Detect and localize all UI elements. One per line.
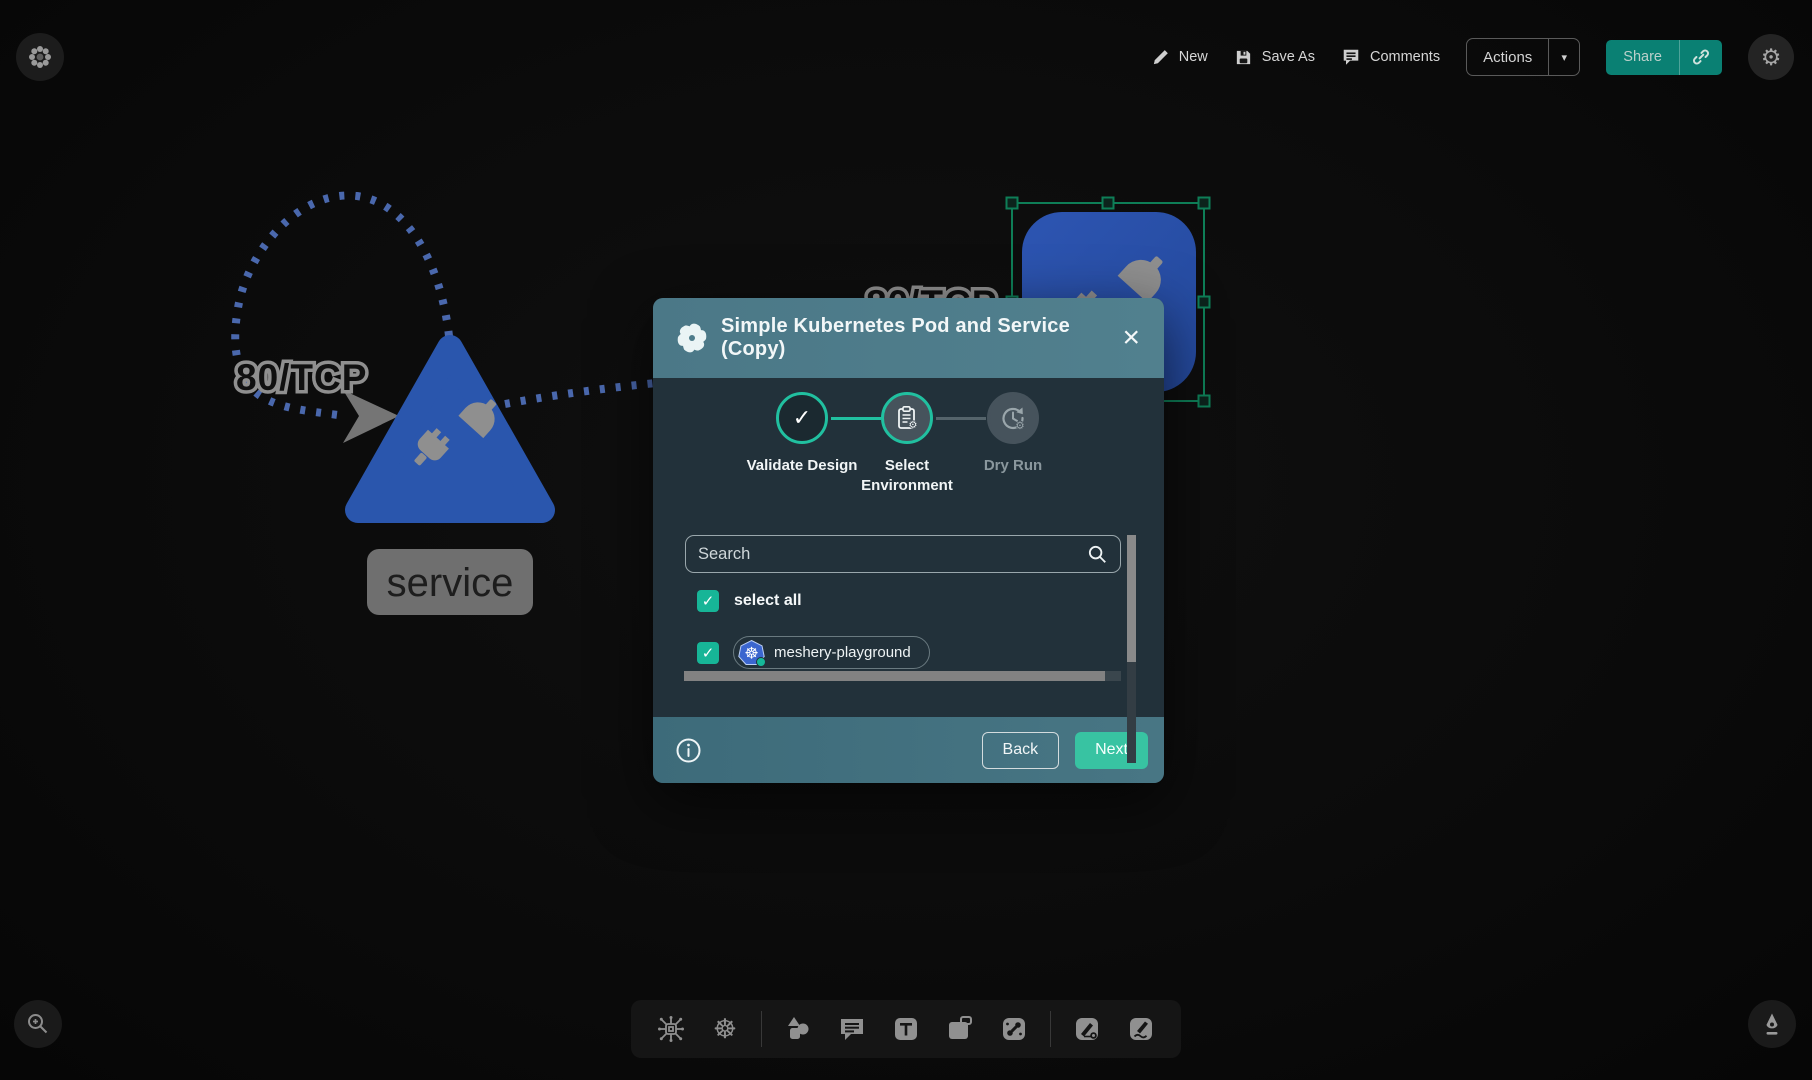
kubernetes-logo-icon: ☸ <box>738 639 765 666</box>
svg-text:⚙: ⚙ <box>1015 420 1024 432</box>
vertical-scrollbar-thumb[interactable] <box>1127 535 1136 662</box>
shapes-icon[interactable] <box>776 1007 820 1051</box>
comment-icon[interactable] <box>830 1007 874 1051</box>
service-node-label: service <box>367 549 533 615</box>
check-icon: ✓ <box>702 592 715 610</box>
environment-name: meshery-playground <box>774 644 911 661</box>
close-icon[interactable]: × <box>1122 323 1140 353</box>
environment-chip[interactable]: ☸ meshery-playground <box>733 636 930 669</box>
media-icon[interactable] <box>938 1007 982 1051</box>
select-all-label: select all <box>734 592 802 610</box>
connection-status-dot <box>756 657 766 667</box>
components-icon[interactable] <box>649 1007 693 1051</box>
step-dry-run[interactable]: ⚙ <box>987 392 1039 444</box>
kubernetes-icon[interactable]: ☸ <box>703 1007 747 1051</box>
stepper-connector-pending <box>936 417 986 420</box>
clipboard-gear-icon: ⚙ <box>893 404 921 432</box>
next-button[interactable]: Next <box>1075 732 1148 769</box>
dock-divider <box>761 1011 762 1047</box>
search-input[interactable] <box>698 545 1086 564</box>
text-icon[interactable] <box>884 1007 928 1051</box>
step-label-validate: Validate Design <box>742 456 862 476</box>
modal-title: Simple Kubernetes Pod and Service (Copy) <box>721 315 1108 361</box>
modal-header: Simple Kubernetes Pod and Service (Copy)… <box>653 298 1164 378</box>
zoom-in-button[interactable] <box>14 1000 62 1048</box>
step-label-environment: Select Environment <box>847 456 967 495</box>
pen-mode-button[interactable] <box>1748 1000 1796 1048</box>
environment-checkbox[interactable]: ✓ <box>697 642 719 664</box>
deploy-design-modal: Simple Kubernetes Pod and Service (Copy)… <box>653 298 1164 783</box>
modal-footer: Back Next <box>653 717 1164 783</box>
select-all-row: ✓ select all <box>697 590 802 612</box>
check-icon: ✓ <box>702 644 715 662</box>
dock-divider <box>1050 1011 1051 1047</box>
step-validate-design[interactable]: ✓ <box>776 392 828 444</box>
check-icon: ✓ <box>793 405 811 431</box>
search-icon[interactable] <box>1086 543 1108 565</box>
relationship-icon[interactable] <box>992 1007 1036 1051</box>
environment-search <box>685 535 1121 573</box>
edge-label-left: 80/TCP <box>236 357 367 398</box>
step-select-environment[interactable]: ⚙ <box>881 392 933 444</box>
pen-tool-icon[interactable] <box>1065 1007 1109 1051</box>
svg-text:⚙: ⚙ <box>909 420 918 431</box>
dry-run-icon: ⚙ <box>998 403 1028 433</box>
horizontal-scrollbar-thumb[interactable] <box>684 671 1105 681</box>
bottom-dock: ☸ <box>631 1000 1181 1058</box>
back-button[interactable]: Back <box>982 732 1060 769</box>
meshery-logo-icon <box>677 323 707 353</box>
service-node[interactable] <box>358 348 542 510</box>
svg-text:service: service <box>387 561 514 605</box>
step-label-dryrun: Dry Run <box>953 456 1073 476</box>
environment-row: ✓ ☸ meshery-playground <box>697 636 930 669</box>
info-icon[interactable] <box>675 737 702 764</box>
stepper-connector-done <box>831 417 881 420</box>
pen-nib-icon <box>1759 1011 1785 1037</box>
magnifier-plus-icon <box>25 1011 51 1037</box>
freehand-draw-icon[interactable] <box>1119 1007 1163 1051</box>
select-all-checkbox[interactable]: ✓ <box>697 590 719 612</box>
modal-body: ✓ ⚙ ⚙ Validate Design Select Environment… <box>653 378 1164 717</box>
